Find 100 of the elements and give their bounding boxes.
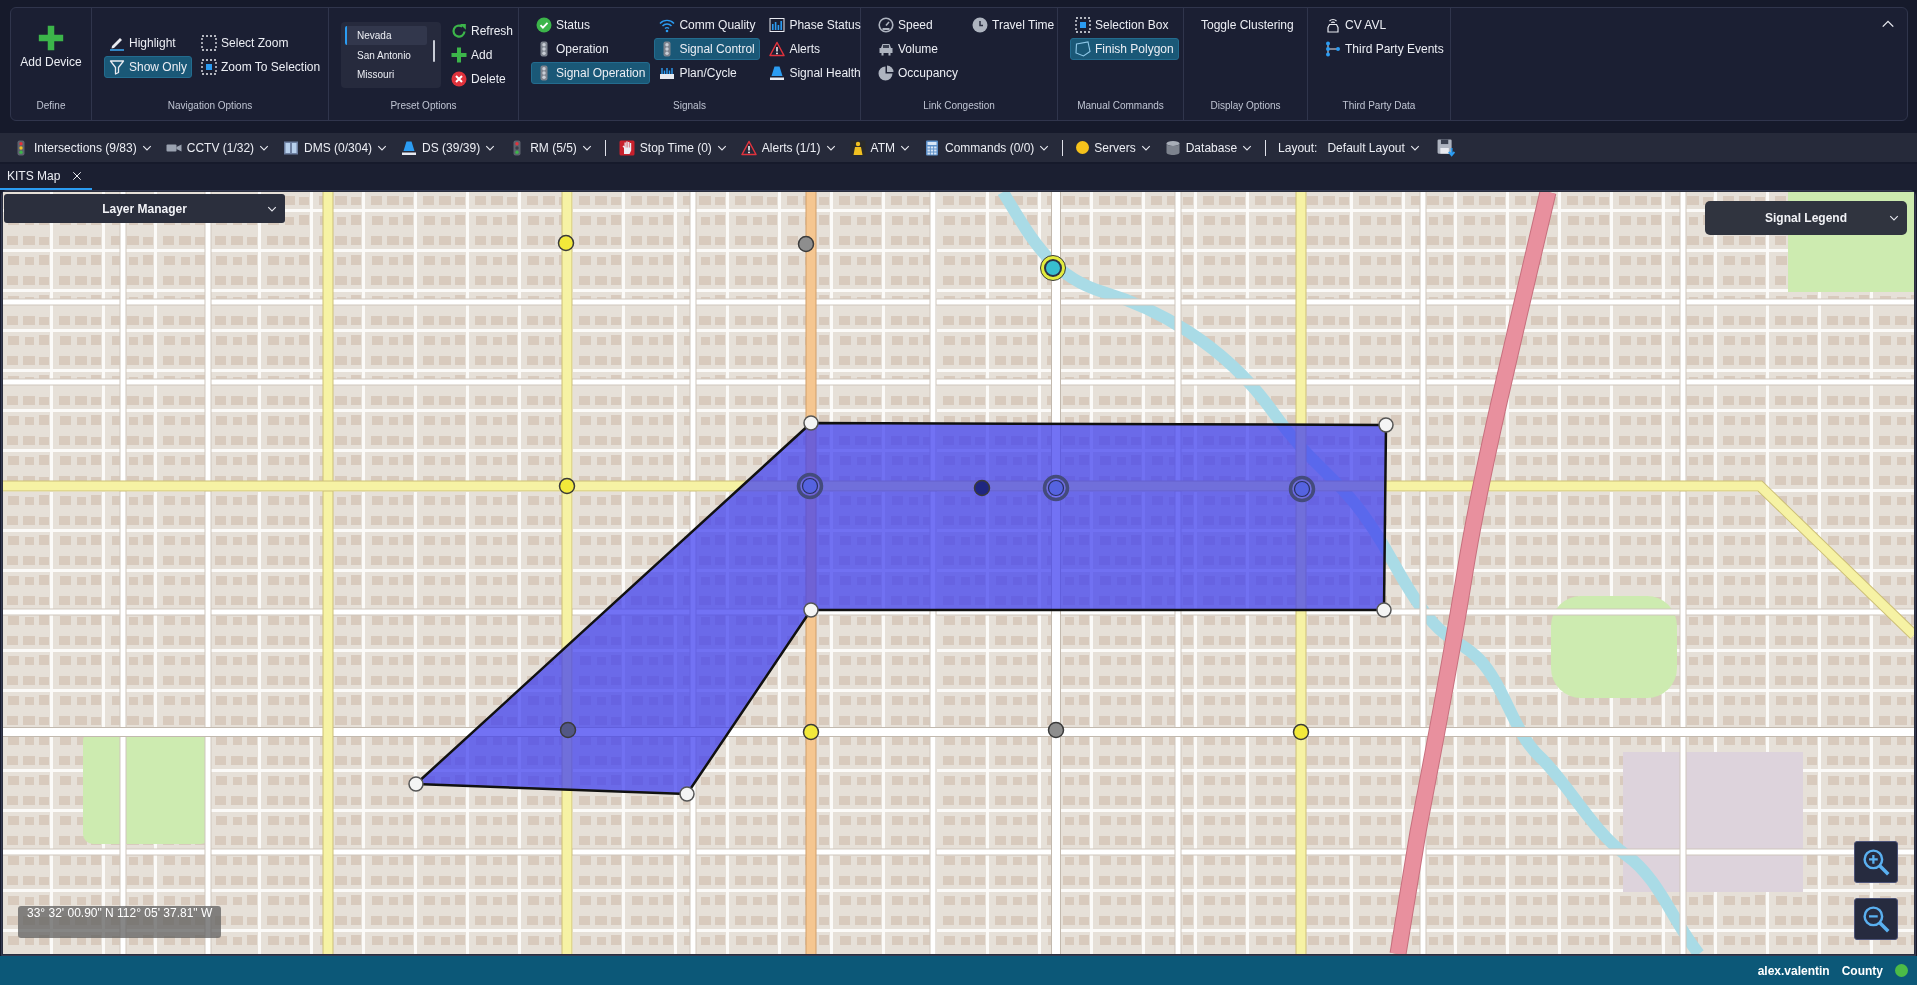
ruler-icon [659, 65, 676, 81]
ribbon-button[interactable]: Volume [873, 38, 964, 60]
ribbon-button[interactable]: Status [531, 14, 651, 36]
delete-icon [450, 71, 467, 87]
role-label: County [1841, 963, 1883, 978]
close-icon[interactable] [72, 171, 83, 181]
toolbar-dropdown[interactable]: Servers [1069, 134, 1158, 161]
toolbar-dropdown[interactable]: Default Layout [1320, 134, 1427, 161]
connected-car-icon [1325, 17, 1341, 33]
preset-item[interactable]: Missouri [345, 65, 427, 84]
polygon-vertex-handle[interactable] [679, 786, 695, 802]
ribbon-button[interactable]: Signal Control [654, 38, 761, 60]
toolbar-dropdown[interactable]: Commands (0/0) [917, 134, 1057, 161]
database-icon [1164, 139, 1181, 156]
ribbon-button[interactable]: Travel Time [967, 14, 1060, 36]
ribbon-button[interactable]: Add [445, 44, 518, 66]
toolbar-dropdown[interactable]: Database [1157, 134, 1260, 161]
car-icon [878, 41, 894, 57]
signal-marker[interactable] [1042, 474, 1070, 502]
dashed-square-icon [201, 35, 218, 51]
toolbar-dropdown[interactable]: CCTV (1/32) [158, 134, 277, 161]
polygon-vertex-handle[interactable] [1376, 602, 1392, 618]
warning-icon [740, 139, 757, 156]
scrollbar-thumb[interactable] [432, 40, 435, 62]
ribbon-button[interactable]: Alerts [764, 38, 866, 60]
group-label: Display Options [1209, 100, 1282, 113]
plus-icon [38, 25, 64, 51]
nodes-icon [1325, 41, 1341, 57]
ribbon-button[interactable]: CV AVL [1320, 14, 1449, 36]
polygon-vertex-handle[interactable] [408, 776, 424, 792]
toolbar-dropdown[interactable]: Stop Time (0) [611, 134, 734, 161]
toolbar-dropdown[interactable]: Alerts (1/1) [733, 134, 843, 161]
pie-chart-icon [878, 65, 894, 81]
ribbon-button[interactable]: Select Zoom [196, 32, 326, 54]
refresh-icon [450, 23, 467, 39]
pencil-icon [109, 35, 125, 51]
ribbon-button[interactable]: Highlight [104, 32, 193, 54]
ribbon-button[interactable]: Phase Status [764, 14, 866, 36]
sign-board-icon [283, 139, 300, 156]
polygon-vertex-handle[interactable] [803, 602, 819, 618]
ribbon-button[interactable]: Signal Operation [531, 62, 651, 84]
ribbon-button[interactable]: Refresh [445, 20, 518, 42]
ribbon-button[interactable]: Comm Quality [654, 14, 761, 36]
layout-label: Layout: [1277, 140, 1319, 155]
ribbon-button[interactable]: Add Device [15, 14, 87, 74]
signal-marker[interactable] [559, 721, 577, 739]
polygon-vertex-handle[interactable] [1378, 417, 1394, 433]
group-label: Manual Commands [1076, 100, 1165, 113]
wifi-icon [659, 17, 676, 33]
ribbon-button[interactable]: Finish Polygon [1070, 38, 1179, 60]
polygon-vertex-handle[interactable] [803, 415, 819, 431]
signal-marker[interactable] [557, 234, 575, 252]
group-label: Preset Options [389, 100, 458, 113]
stop-hand-icon [618, 139, 635, 156]
ribbon-button[interactable]: Third Party Events [1320, 38, 1449, 60]
funnel-icon [109, 59, 125, 75]
toolbar-dropdown[interactable]: Intersections (9/83) [6, 134, 159, 161]
toolbar-dropdown[interactable]: DMS (0/304) [276, 134, 395, 161]
ribbon-button[interactable]: Speed [873, 14, 964, 36]
preset-item[interactable]: San Antonio [345, 45, 427, 65]
preset-item[interactable]: Nevada [345, 26, 427, 45]
signal-legend-dropdown[interactable]: Signal Legend [1705, 201, 1907, 235]
toolbar-dropdown[interactable]: RM (5/5) [502, 134, 599, 161]
toolbar-dropdown[interactable]: ATM [842, 134, 917, 161]
signal-marker[interactable] [1292, 723, 1310, 741]
ribbon-button[interactable]: Selection Box [1070, 14, 1179, 36]
calculator-icon [924, 139, 940, 156]
ribbon-button[interactable]: Signal Health [764, 62, 866, 84]
toolbar-dropdown[interactable]: DS (39/39) [394, 134, 503, 161]
layer-manager-dropdown[interactable]: Layer Manager [4, 194, 285, 223]
save-icon[interactable] [1436, 138, 1455, 157]
group-label: Link Congestion [922, 100, 996, 113]
signal-marker[interactable] [1047, 721, 1065, 739]
lamp-icon [769, 65, 786, 81]
username-label: alex.valentin [1757, 963, 1830, 978]
ribbon-button[interactable]: Operation [531, 38, 651, 60]
ribbon-button[interactable]: Toggle Clustering [1196, 14, 1299, 36]
signal-marker[interactable] [802, 723, 820, 741]
zoom-in-icon [1862, 848, 1890, 876]
ribbon-button[interactable]: Show Only [104, 56, 193, 78]
plus-icon [450, 47, 467, 63]
signal-marker[interactable] [973, 479, 991, 497]
group-label: Signals [672, 100, 707, 113]
zoom-out-button[interactable] [1854, 898, 1898, 940]
group-label: Third Party Data [1341, 100, 1417, 113]
chevron-down-icon [1889, 213, 1899, 223]
signal-marker[interactable] [558, 477, 576, 495]
ribbon-button[interactable]: Plan/Cycle [654, 62, 761, 84]
coordinates-readout: 33° 32' 00.90" N 112° 05' 37.81" W [18, 906, 222, 938]
lamp-icon [401, 139, 418, 156]
signal-marker[interactable] [1288, 475, 1316, 503]
zoom-in-button[interactable] [1854, 841, 1898, 883]
ribbon-button[interactable]: Zoom To Selection [196, 56, 326, 78]
ribbon-button[interactable]: Delete [445, 68, 518, 90]
warning-icon [769, 41, 786, 57]
signal-marker[interactable] [797, 235, 815, 253]
signal-marker[interactable] [1040, 255, 1066, 281]
ribbon-button[interactable]: Occupancy [873, 62, 964, 84]
group-label: Navigation Options [166, 100, 254, 113]
signal-marker[interactable] [796, 472, 824, 500]
